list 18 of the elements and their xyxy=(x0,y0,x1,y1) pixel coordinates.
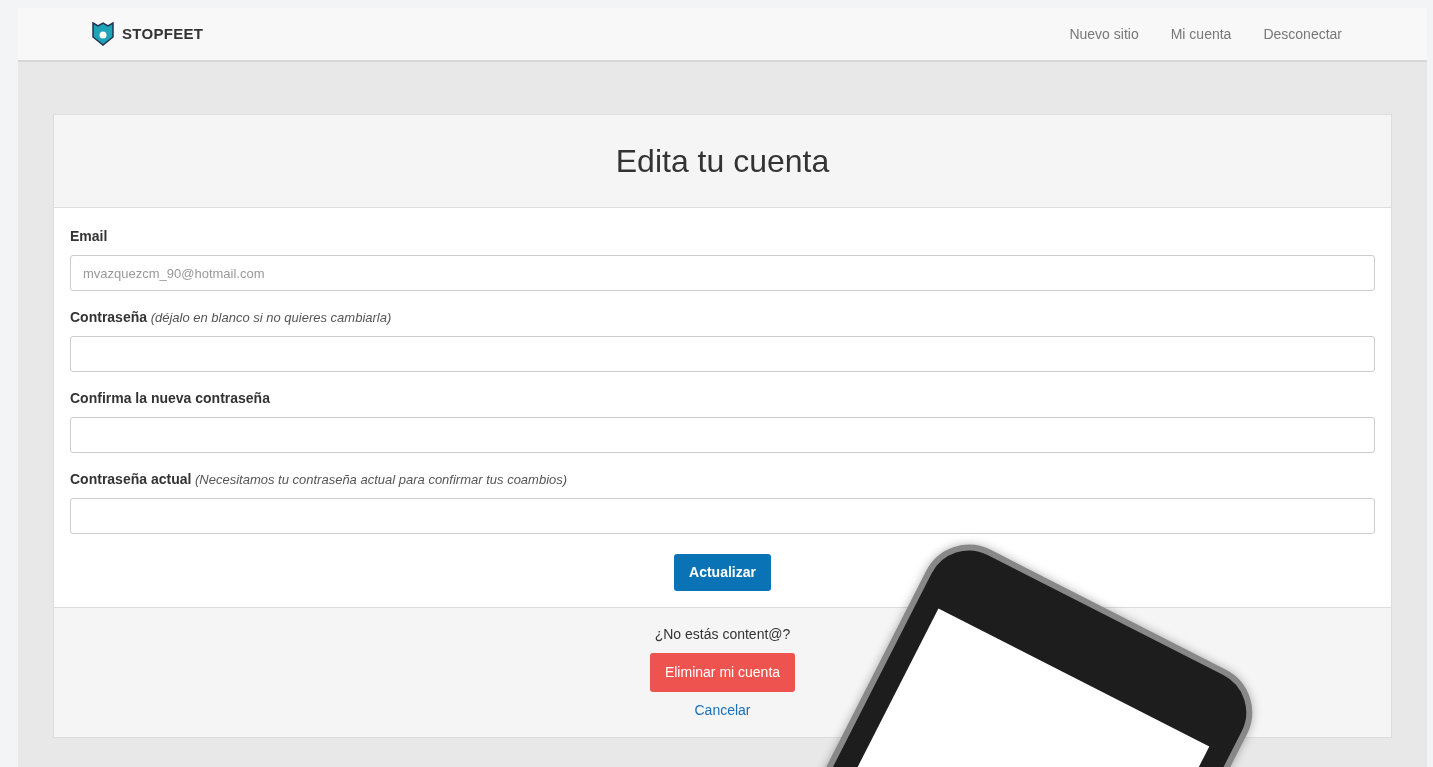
input-field[interactable]: mvazquezcm_90@hotmail.com xyxy=(70,255,1375,291)
input-field[interactable] xyxy=(70,417,1375,453)
card-title: Edita tu cuenta xyxy=(615,141,830,181)
input-field[interactable] xyxy=(70,336,1375,372)
field-label: Email xyxy=(70,227,109,246)
field-label: Contraseña (déjalo en blanco si no quieres cambiarla) xyxy=(70,308,393,327)
field-label: Confirma la nueva contraseña xyxy=(70,389,271,408)
input-field[interactable] xyxy=(70,498,1375,534)
brand-name[interactable]: STOPFEET xyxy=(122,22,204,46)
field-label: Contraseña actual (Necesitamos tu contraseña actual para confirmar tus coambios) xyxy=(70,470,569,489)
delete-account-button[interactable]: Eliminar mi cuenta xyxy=(649,653,796,692)
prompt-text: ¿No estás content@? xyxy=(654,625,791,644)
cancel-link[interactable]: Cancelar xyxy=(694,700,751,721)
update-button[interactable]: Actualizar xyxy=(674,554,771,591)
shield-logo-icon xyxy=(92,22,114,46)
nav-link[interactable]: Nuevo sitio xyxy=(1069,23,1139,45)
nav-link[interactable]: Mi cuenta xyxy=(1170,23,1232,45)
nav-link[interactable]: Desconectar xyxy=(1263,23,1342,45)
